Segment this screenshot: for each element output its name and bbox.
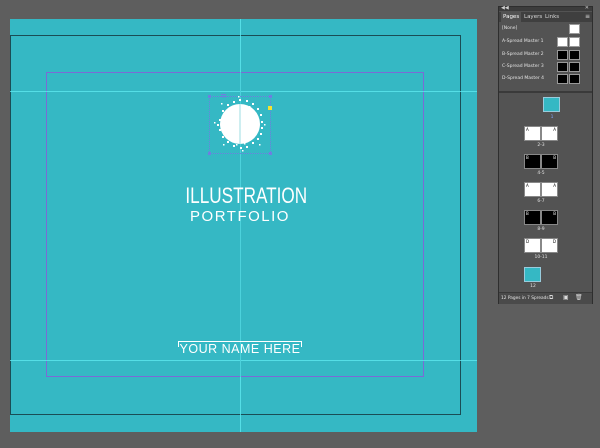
page-thumb[interactable]: A: [524, 182, 541, 197]
page-number: 12: [530, 284, 536, 289]
master-thumb: [557, 37, 568, 47]
ruler-guide-horizontal[interactable]: [10, 360, 477, 361]
tab-pages-label: Pages: [503, 14, 520, 20]
pixel-circle-icon: [214, 94, 266, 152]
page-size-icon[interactable]: ⧉: [549, 295, 555, 301]
page-thumb[interactable]: A: [524, 126, 541, 141]
page-thumb[interactable]: D: [541, 238, 558, 253]
tab-links[interactable]: Links: [543, 12, 561, 22]
title-line-portfolio[interactable]: PORTFOLIO: [170, 208, 310, 225]
tab-layers-label: Layers: [524, 14, 543, 20]
page-number: 2-3: [537, 143, 545, 148]
master-thumb: [569, 50, 580, 60]
page-number: 8-9: [537, 227, 545, 232]
close-icon[interactable]: ✕: [585, 5, 589, 11]
page-number: 1: [550, 115, 554, 120]
page-thumb[interactable]: B: [524, 210, 541, 225]
master-thumb: [569, 37, 580, 47]
page-thumb-back-cover[interactable]: [524, 267, 541, 282]
logo-graphic[interactable]: [208, 94, 272, 155]
title-line-illustration[interactable]: ILLUSTRATION: [185, 183, 307, 209]
page-count-text: 12 Pages in 7 Spreads: [501, 296, 549, 301]
tab-pages[interactable]: Pages: [501, 12, 522, 22]
master-item-a[interactable]: A-Spread Master 1: [499, 36, 592, 48]
pages-panel: ◀◀ ✕ Pages Layers Links ≡ [None] A-Sprea…: [498, 5, 593, 304]
new-page-icon[interactable]: ▣: [563, 295, 569, 301]
page-thumb[interactable]: D: [524, 238, 541, 253]
page-thumb[interactable]: B: [541, 210, 558, 225]
master-thumb: [569, 74, 580, 84]
page-number: 4-5: [537, 171, 545, 176]
master-label: B-Spread Master 2: [502, 52, 544, 57]
page-thumb[interactable]: B: [524, 154, 541, 169]
tab-layers[interactable]: Layers: [522, 12, 544, 22]
page-thumb[interactable]: A: [541, 126, 558, 141]
delete-page-icon[interactable]: 🗑: [575, 295, 583, 301]
name-placeholder-text[interactable]: YOUR NAME HERE: [170, 342, 310, 356]
master-thumb: [557, 62, 568, 72]
document-page[interactable]: ILLUSTRATION PORTFOLIO YOUR NAME HERE: [10, 19, 477, 432]
master-thumb: [569, 24, 580, 34]
master-label: A-Spread Master 1: [502, 39, 544, 44]
collapse-icon[interactable]: ◀◀: [501, 5, 509, 11]
master-item-none[interactable]: [None]: [499, 23, 592, 35]
page-number: 10-11: [534, 255, 548, 260]
tab-links-label: Links: [545, 14, 560, 20]
ruler-guide-horizontal[interactable]: [10, 91, 477, 92]
master-item-c[interactable]: C-Spread Master 3: [499, 61, 592, 73]
master-thumb: [557, 50, 568, 60]
master-label: [None]: [502, 26, 518, 31]
master-thumb: [557, 74, 568, 84]
master-label: C-Spread Master 3: [502, 64, 544, 69]
master-label: D-Spread Master 4: [502, 76, 545, 81]
page-thumb[interactable]: A: [541, 182, 558, 197]
master-item-b[interactable]: B-Spread Master 2: [499, 49, 592, 61]
pages-list: 1 A A 2-3 B B 4-5 A A 6-7 B B 8-9 D D 10…: [499, 93, 592, 293]
page-thumb-cover[interactable]: [543, 97, 560, 112]
master-item-d[interactable]: D-Spread Master 4: [499, 73, 592, 85]
panel-tabs: Pages Layers Links ≡: [499, 12, 592, 22]
panel-menu-icon[interactable]: ≡: [585, 12, 590, 22]
page-thumb[interactable]: B: [541, 154, 558, 169]
master-thumb: [569, 62, 580, 72]
panel-title-bar[interactable]: ◀◀ ✕: [499, 5, 592, 11]
panel-footer: 12 Pages in 7 Spreads ⧉ ▣ 🗑: [499, 292, 592, 304]
page-number: 6-7: [537, 199, 545, 204]
